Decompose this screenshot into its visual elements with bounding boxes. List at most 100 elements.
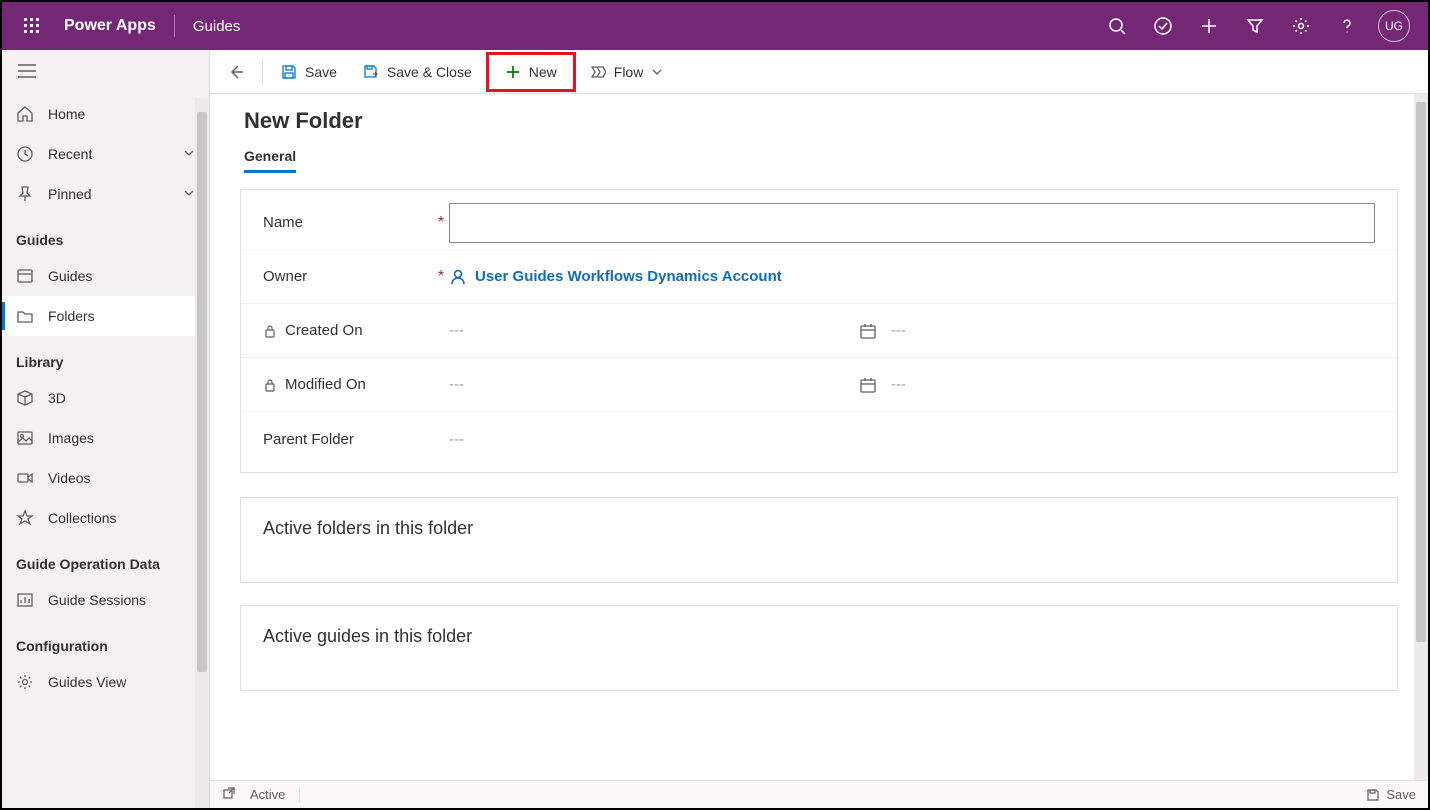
save-close-button[interactable]: Save & Close: [351, 54, 484, 90]
modified-time-value: ---: [891, 376, 906, 393]
settings-button[interactable]: [1278, 2, 1324, 50]
button-label: Save & Close: [387, 64, 472, 80]
modified-date-value: ---: [449, 376, 849, 393]
filter-button[interactable]: [1232, 2, 1278, 50]
save-close-icon: [363, 64, 379, 80]
gear-icon: [1292, 17, 1310, 35]
calendar-icon: [859, 376, 877, 394]
star-icon: [16, 509, 34, 527]
sidebar-section-opdata: Guide Operation Data: [2, 538, 209, 580]
page-content: New Folder General Name * Owner *: [210, 94, 1428, 780]
sidebar-item-recent[interactable]: Recent: [2, 134, 209, 174]
button-label: Save: [1386, 787, 1416, 802]
command-bar: Save Save & Close New Flow: [210, 50, 1428, 94]
header-divider: [174, 15, 175, 37]
help-button[interactable]: [1324, 2, 1370, 50]
sidebar-item-guides-view[interactable]: Guides View: [2, 662, 209, 702]
user-avatar[interactable]: UG: [1378, 10, 1410, 42]
home-icon: [16, 105, 34, 123]
label-text: Owner: [263, 268, 307, 285]
popout-button[interactable]: [222, 786, 236, 803]
field-parent-folder: Parent Folder ---: [241, 412, 1397, 466]
sidebar-label: Guide Sessions: [48, 592, 146, 608]
window-icon: [16, 267, 34, 285]
sidebar-item-guides[interactable]: Guides: [2, 256, 209, 296]
task-checkmark-icon: [1154, 17, 1172, 35]
field-created-on: Created On --- ---: [241, 304, 1397, 358]
app-name-label[interactable]: Guides: [181, 18, 253, 35]
sidebar: Home Recent Pinned Guides Guides: [2, 50, 210, 808]
sidebar-item-3d[interactable]: 3D: [2, 378, 209, 418]
sidebar-label: Collections: [48, 510, 116, 526]
required-indicator: *: [433, 214, 449, 232]
parent-folder-value[interactable]: ---: [449, 431, 464, 448]
arrow-left-icon: [227, 63, 245, 81]
sidebar-item-guide-sessions[interactable]: Guide Sessions: [2, 580, 209, 620]
owner-value: User Guides Workflows Dynamics Account: [475, 268, 782, 285]
back-button[interactable]: [216, 50, 256, 94]
owner-lookup[interactable]: User Guides Workflows Dynamics Account: [449, 268, 782, 286]
sidebar-label: 3D: [48, 390, 66, 406]
lock-icon: [263, 378, 277, 392]
field-owner: Owner * User Guides Workflows Dynamics A…: [241, 250, 1397, 304]
add-button[interactable]: [1186, 2, 1232, 50]
sidebar-item-home[interactable]: Home: [2, 94, 209, 134]
form-general: Name * Owner * User Guides Workflows Dyn…: [240, 189, 1398, 473]
name-input[interactable]: [449, 203, 1375, 243]
image-icon: [16, 429, 34, 447]
tab-general[interactable]: General: [244, 148, 296, 173]
flow-button[interactable]: Flow: [578, 54, 676, 90]
brand-label: Power Apps: [52, 17, 168, 35]
pin-icon: [16, 185, 34, 203]
field-modified-on: Modified On --- ---: [241, 358, 1397, 412]
flow-icon: [590, 64, 606, 80]
page-scrollbar[interactable]: [1414, 94, 1428, 780]
save-button[interactable]: Save: [269, 54, 349, 90]
tab-row: General: [244, 148, 1398, 173]
sidebar-item-images[interactable]: Images: [2, 418, 209, 458]
label-text: Modified On: [285, 376, 366, 393]
sidebar-item-collections[interactable]: Collections: [2, 498, 209, 538]
section-active-folders: Active folders in this folder: [240, 497, 1398, 583]
sidebar-scrollbar[interactable]: [195, 98, 209, 808]
search-icon: [1108, 17, 1126, 35]
sidebar-section-config: Configuration: [2, 620, 209, 662]
footer-save-button[interactable]: Save: [1366, 787, 1416, 802]
scrollbar-thumb[interactable]: [197, 112, 207, 672]
sidebar-label: Images: [48, 430, 94, 446]
chevron-down-icon: [651, 66, 663, 78]
sidebar-section-guides: Guides: [2, 214, 209, 256]
scrollbar-thumb[interactable]: [1416, 102, 1426, 642]
sidebar-label: Guides View: [48, 674, 126, 690]
main-area: Save Save & Close New Flow New Folder Ge…: [210, 50, 1428, 808]
task-button[interactable]: [1140, 2, 1186, 50]
status-text: Active: [250, 787, 285, 802]
funnel-icon: [1246, 17, 1264, 35]
button-label: Flow: [614, 64, 644, 80]
calendar-icon: [859, 322, 877, 340]
lock-icon: [263, 324, 277, 338]
chart-icon: [16, 591, 34, 609]
sidebar-item-videos[interactable]: Videos: [2, 458, 209, 498]
label-text: Name: [263, 214, 303, 231]
created-date-value: ---: [449, 322, 849, 339]
video-icon: [16, 469, 34, 487]
sidebar-label: Recent: [48, 146, 92, 162]
sidebar-item-pinned[interactable]: Pinned: [2, 174, 209, 214]
sidebar-toggle-button[interactable]: [18, 64, 36, 81]
new-button[interactable]: New: [486, 52, 576, 92]
chevron-down-icon: [183, 146, 195, 162]
search-button[interactable]: [1094, 2, 1140, 50]
sidebar-label: Home: [48, 106, 85, 122]
plus-icon: [505, 64, 521, 80]
cube-icon: [16, 389, 34, 407]
created-time-value: ---: [891, 322, 906, 339]
waffle-icon: [24, 18, 40, 34]
sidebar-item-folders[interactable]: Folders: [2, 296, 209, 336]
clock-icon: [16, 145, 34, 163]
plus-icon: [1200, 17, 1218, 35]
app-launcher-button[interactable]: [12, 2, 52, 50]
popout-icon: [222, 786, 236, 800]
page-title: New Folder: [244, 108, 1398, 134]
required-indicator: *: [433, 268, 449, 286]
